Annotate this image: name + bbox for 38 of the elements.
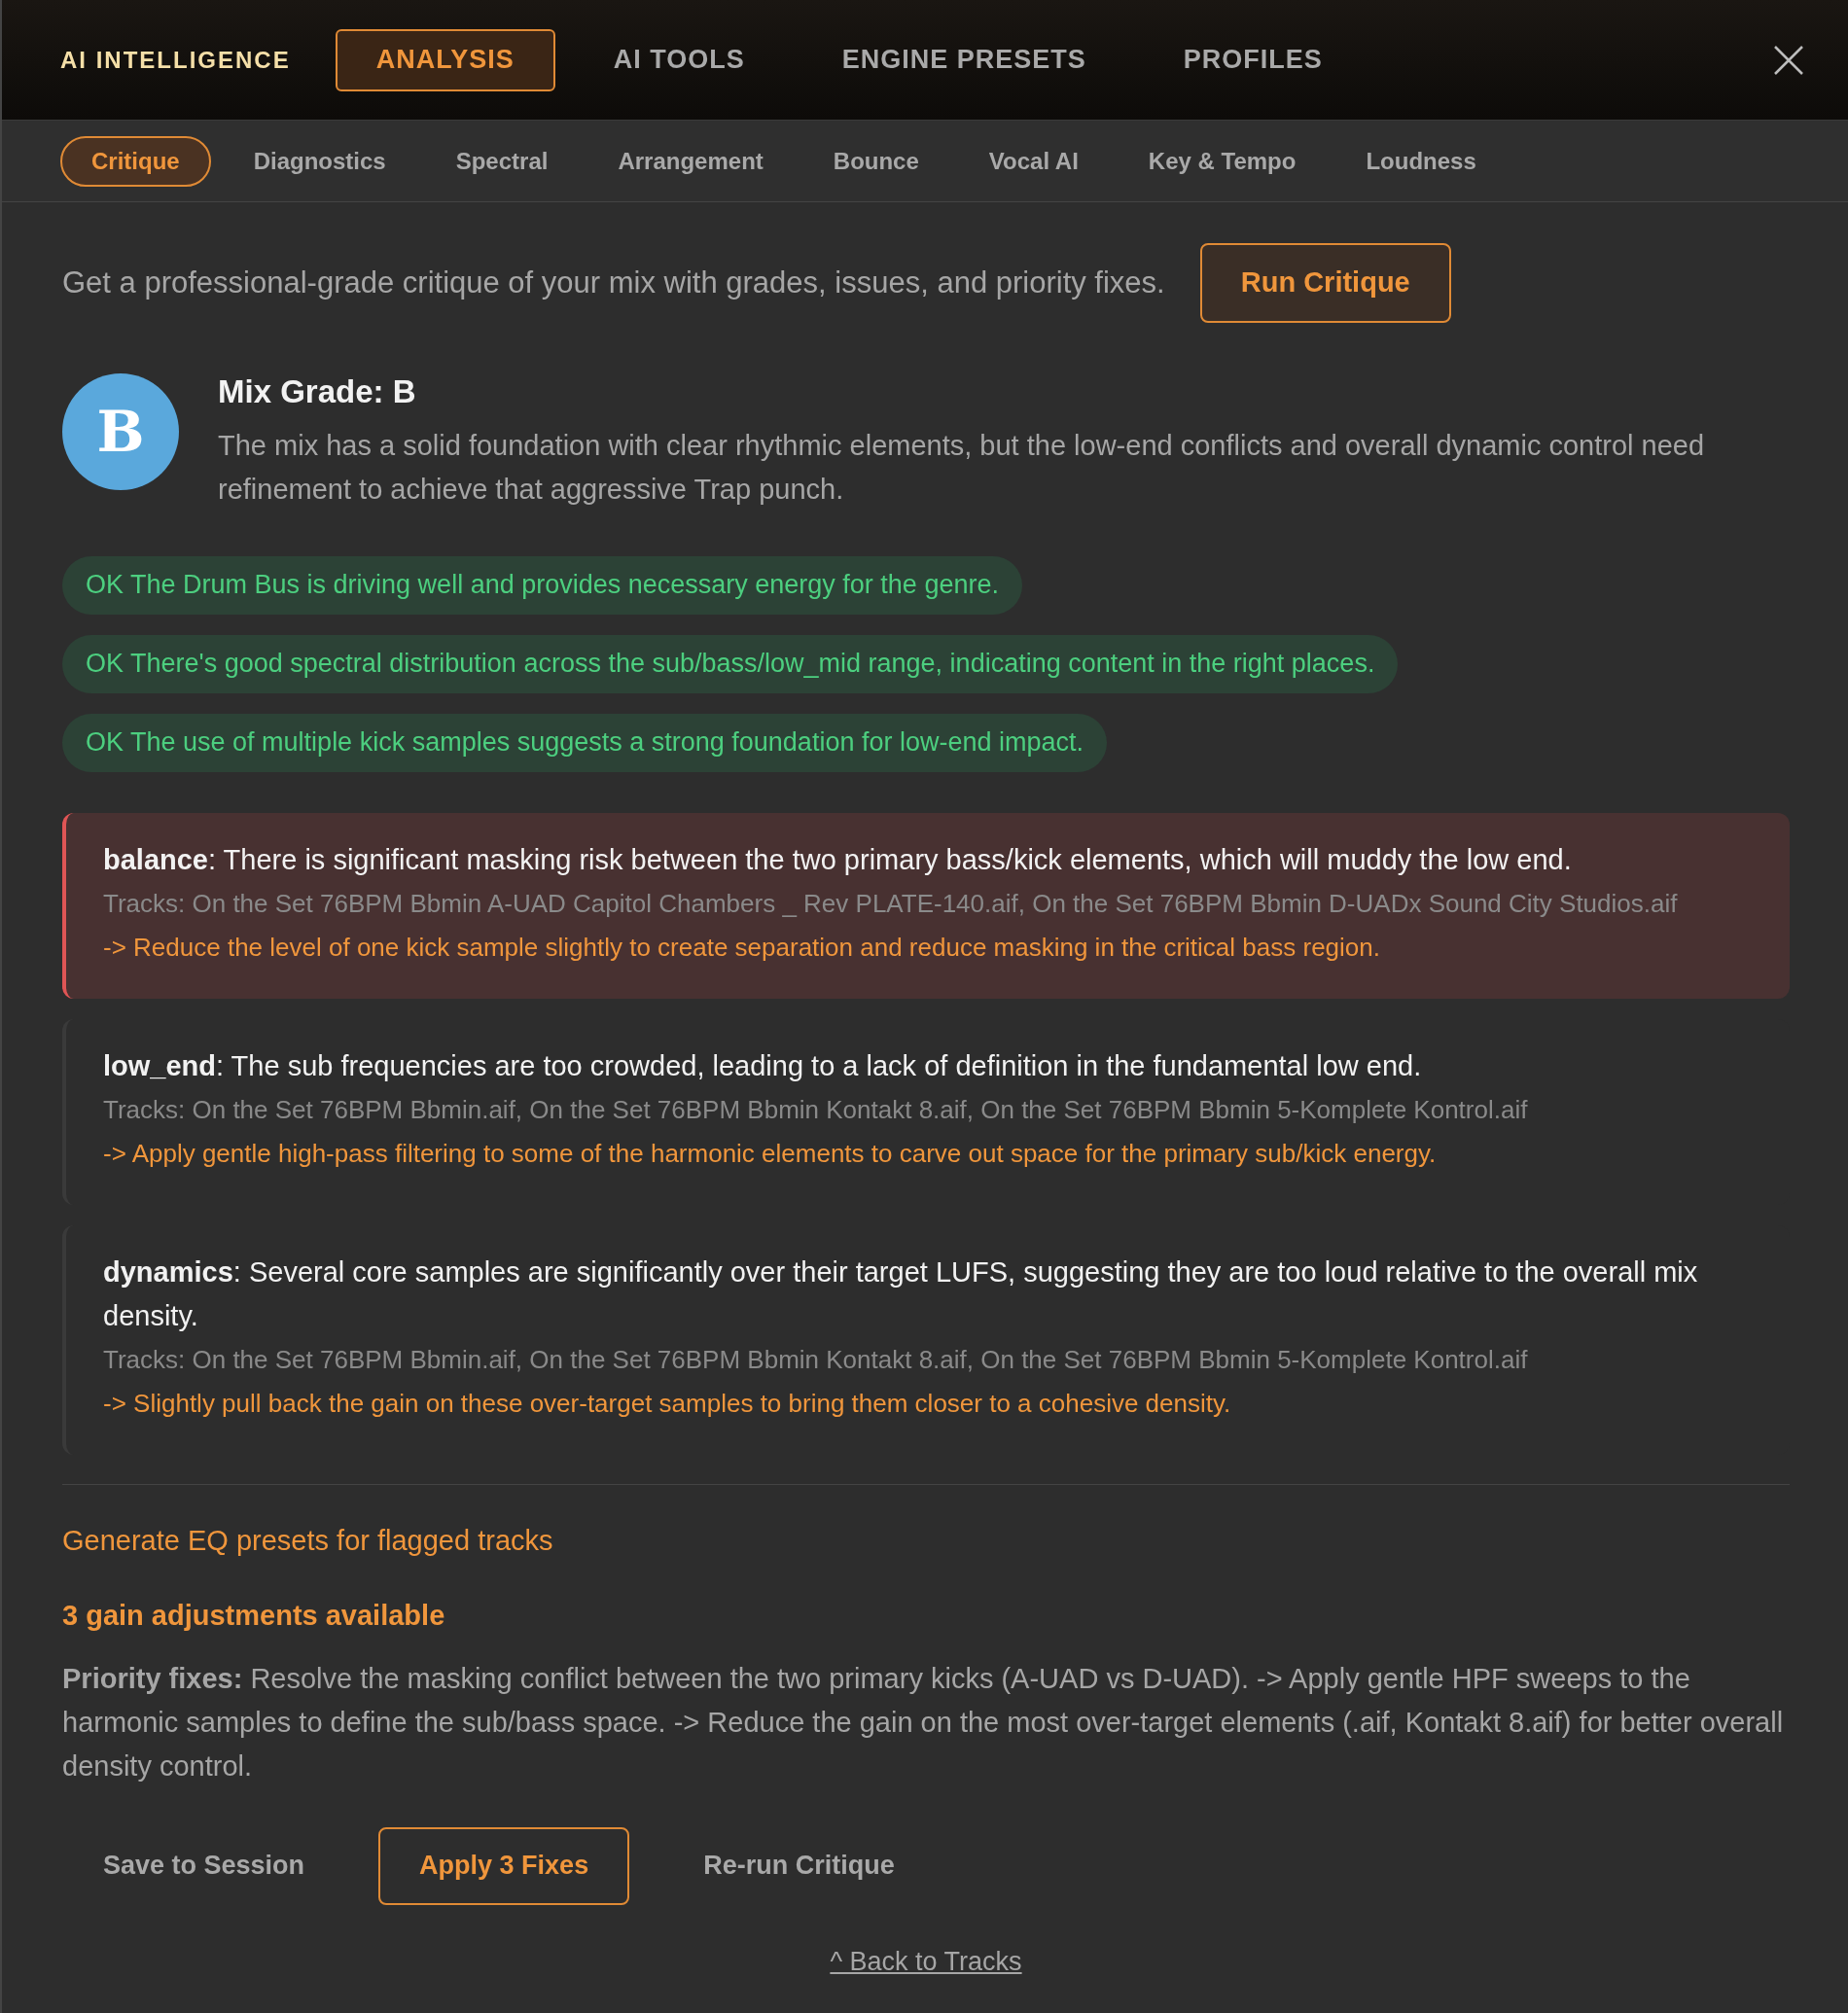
issue-text: low_end: The sub frequencies are too crowded, leading to a lack of definition in the fundamental low end. bbox=[103, 1048, 1423, 1083]
sub-tab[interactable]: Critique bbox=[60, 135, 211, 187]
nav-tab[interactable]: ANALYSIS bbox=[335, 28, 555, 91]
strength-pill: OK There's good spectral distribution across the sub/bass/low_mid range, indicating content in the right places. bbox=[62, 634, 1399, 693]
issue-text: balance: There is significant masking risk between the two primary bass/kick elements, which will muddy the low end. bbox=[103, 842, 1573, 877]
issue-fix: -> Reduce the level of one kick sample slightly to create separation and reduce masking in the critical bass region. bbox=[103, 931, 1381, 964]
issue-fix: -> Apply gentle high-pass filtering to some of the harmonic elements to carve out space for the primary sub/kick energy. bbox=[103, 1137, 1438, 1170]
grade-badge: B bbox=[62, 373, 179, 490]
nav-tab[interactable]: ENGINE PRESETS bbox=[812, 28, 1116, 91]
sub-tab[interactable]: Spectral bbox=[442, 135, 562, 187]
strength-pill: OK The Drum Bus is driving well and provides necessary energy for the genre. bbox=[62, 555, 1022, 615]
sub-tab[interactable]: Bounce bbox=[819, 135, 933, 187]
action-button[interactable]: Re-run Critique bbox=[662, 1826, 936, 1905]
app-title: AI INTELLIGENCE bbox=[60, 45, 291, 75]
sub-tab[interactable]: Vocal AI bbox=[975, 135, 1092, 187]
issue-tracks: Tracks: On the Set 76BPM Bbmin A-UAD Capitol Chambers _ Rev PLATE-140.aif, On the Set 76BPM Bbmin D-UADx Sound City Studios.aif bbox=[103, 887, 1679, 920]
action-button[interactable]: Apply 3 Fixes bbox=[378, 1826, 630, 1905]
issue-tracks: Tracks: On the Set 76BPM Bbmin.aif, On the Set 76BPM Bbmin Kontakt 8.aif, On the Set 76BPM Bbmin 5-Komplete Kontrol.aif bbox=[103, 1093, 1529, 1126]
grade-title: Mix Grade: B bbox=[218, 372, 417, 411]
eq-presets-link[interactable]: Generate EQ presets for flagged tracks bbox=[62, 1519, 553, 1562]
strength-pill: OK The use of multiple kick samples suggests a strong foundation for low-end impact. bbox=[62, 713, 1107, 772]
action-button[interactable]: Save to Session bbox=[62, 1826, 346, 1905]
issue-fix: -> Slightly pull back the gain on these over-target samples to bring them closer to a cohesive density. bbox=[103, 1387, 1232, 1420]
sub-tab[interactable]: Loudness bbox=[1352, 135, 1490, 187]
nav-tab[interactable]: AI TOOLS bbox=[584, 28, 774, 91]
run-critique-button[interactable]: Run Critique bbox=[1199, 243, 1451, 323]
sub-tab[interactable]: Key & Tempo bbox=[1134, 135, 1310, 187]
back-to-tracks-link[interactable]: ^ Back to Tracks bbox=[830, 1941, 1022, 1981]
gain-note: 3 gain adjustments available bbox=[62, 1599, 446, 1633]
sub-tab[interactable]: Arrangement bbox=[604, 135, 777, 187]
sub-tab[interactable]: Diagnostics bbox=[239, 135, 400, 187]
priority-fixes-text: Priority fixes: Resolve the masking conflict between the two primary kicks (A-UAD vs D-UAD). -> Apply gentle HPF sweeps to the harmonic samples to define the sub/bass space. -> Reduce the gain on the most over-target elements (.aif, Kontakt 8.aif) for better overall density control. bbox=[62, 1661, 1785, 1783]
close-icon[interactable] bbox=[1772, 43, 1805, 77]
nav-tab[interactable]: PROFILES bbox=[1154, 28, 1352, 91]
grade-summary: The mix has a solid foundation with clear rhythmic elements, but the low-end conflicts and overall dynamic control need refinement to achieve that aggressive Trap punch. bbox=[218, 428, 1706, 507]
issue-tracks: Tracks: On the Set 76BPM Bbmin.aif, On the Set 76BPM Bbmin Kontakt 8.aif, On the Set 76BPM Bbmin 5-Komplete Kontrol.aif bbox=[103, 1343, 1529, 1376]
issue-text: dynamics: Several core samples are significantly over their target LUFS, suggesting they are too loud relative to the overall mix density. bbox=[103, 1254, 1699, 1333]
intro-text: Get a professional-grade critique of your mix with grades, issues, and priority fixes. bbox=[62, 264, 1165, 301]
